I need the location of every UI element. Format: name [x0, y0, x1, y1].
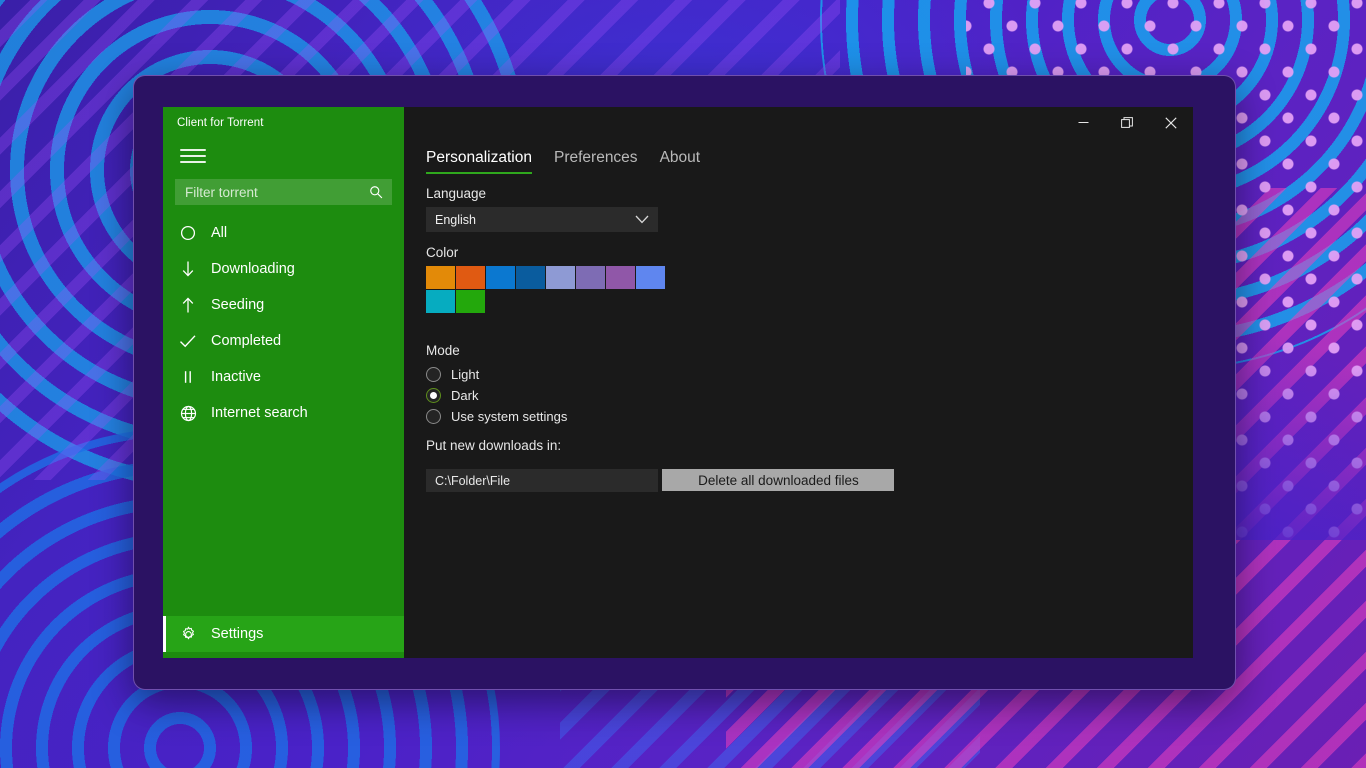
mode-option-system[interactable]: Use system settings — [426, 406, 1193, 427]
color-swatch[interactable] — [576, 266, 605, 289]
settings-tabs: Personalization Preferences About — [404, 140, 1193, 174]
sidebar-item-label: Downloading — [211, 261, 295, 277]
color-swatch-grid — [426, 266, 666, 313]
radio-icon — [426, 367, 441, 382]
sidebar-nav: All Downloading Seeding Completed Inacti… — [163, 215, 404, 616]
app-title: Client for Torrent — [177, 117, 264, 129]
circle-icon — [177, 223, 199, 243]
restore-button[interactable] — [1105, 107, 1149, 138]
window-titlebar — [404, 107, 1193, 140]
mode-label: Mode — [426, 343, 460, 358]
desktop-background: Client for Torrent Filter torrent All Do… — [0, 0, 1366, 768]
sidebar-item-internet-search[interactable]: Internet search — [163, 395, 404, 431]
language-selected-value: English — [435, 212, 476, 227]
color-swatch[interactable] — [636, 266, 665, 289]
color-swatch[interactable] — [606, 266, 635, 289]
color-swatch[interactable] — [456, 266, 485, 289]
check-icon — [177, 331, 199, 351]
sidebar-item-label: Settings — [211, 626, 264, 642]
arrow-down-icon — [177, 259, 199, 279]
color-swatch[interactable] — [486, 266, 515, 289]
application-window: Client for Torrent Filter torrent All Do… — [133, 75, 1236, 690]
window-inner: Client for Torrent Filter torrent All Do… — [163, 107, 1193, 658]
sidebar-item-downloading[interactable]: Downloading — [163, 251, 404, 287]
gear-icon — [177, 624, 199, 644]
color-swatch[interactable] — [516, 266, 545, 289]
downloads-location-label: Put new downloads in: — [426, 438, 562, 453]
sidebar-item-label: Seeding — [211, 297, 265, 313]
mode-option-label: Use system settings — [451, 409, 568, 424]
color-swatch[interactable] — [546, 266, 575, 289]
sidebar-item-label: All — [211, 225, 228, 241]
sidebar-item-settings[interactable]: Settings — [163, 616, 404, 652]
sidebar-item-seeding[interactable]: Seeding — [163, 287, 404, 323]
mode-radio-group: Light Dark Use system settings — [426, 364, 1193, 427]
globe-icon — [177, 403, 199, 423]
minimize-button[interactable] — [1061, 107, 1105, 138]
filter-torrent-field[interactable] — [175, 179, 392, 205]
color-swatch[interactable] — [426, 290, 455, 313]
tab-personalization[interactable]: Personalization — [426, 149, 532, 174]
delete-all-downloaded-files-button[interactable]: Delete all downloaded files — [662, 469, 895, 491]
search-input[interactable] — [175, 179, 392, 205]
downloads-path-input[interactable] — [426, 469, 658, 492]
tab-about[interactable]: About — [660, 149, 701, 174]
color-label: Color — [426, 245, 459, 260]
hamburger-bar — [180, 149, 206, 151]
close-button[interactable] — [1149, 107, 1193, 138]
chevron-down-icon — [635, 215, 649, 224]
tab-preferences[interactable]: Preferences — [554, 149, 638, 174]
radio-icon — [426, 409, 441, 424]
radio-icon — [426, 388, 441, 403]
sidebar-item-label: Completed — [211, 333, 282, 349]
sidebar-item-all[interactable]: All — [163, 215, 404, 251]
sidebar-item-inactive[interactable]: Inactive — [163, 359, 404, 395]
mode-option-label: Dark — [451, 388, 479, 403]
sidebar-item-label: Inactive — [211, 369, 261, 385]
color-swatch[interactable] — [426, 266, 455, 289]
sidebar-item-label: Internet search — [211, 405, 308, 421]
mode-option-label: Light — [451, 367, 480, 382]
hamburger-bar — [180, 155, 206, 157]
pause-icon — [177, 367, 199, 387]
hamburger-icon[interactable] — [173, 141, 213, 171]
mode-option-dark[interactable]: Dark — [426, 385, 1193, 406]
settings-panel: Language English Color Mode Light Dark U… — [404, 174, 1193, 492]
sidebar: Client for Torrent Filter torrent All Do… — [163, 107, 404, 658]
arrow-up-icon — [177, 295, 199, 315]
language-label: Language — [426, 186, 487, 201]
sidebar-item-completed[interactable]: Completed — [163, 323, 404, 359]
search-icon[interactable] — [369, 185, 383, 199]
mode-option-light[interactable]: Light — [426, 364, 1193, 385]
hamburger-bar — [180, 161, 206, 163]
language-dropdown[interactable]: English — [426, 207, 658, 232]
content-area: Personalization Preferences About Langua… — [404, 107, 1193, 658]
color-swatch[interactable] — [456, 290, 485, 313]
